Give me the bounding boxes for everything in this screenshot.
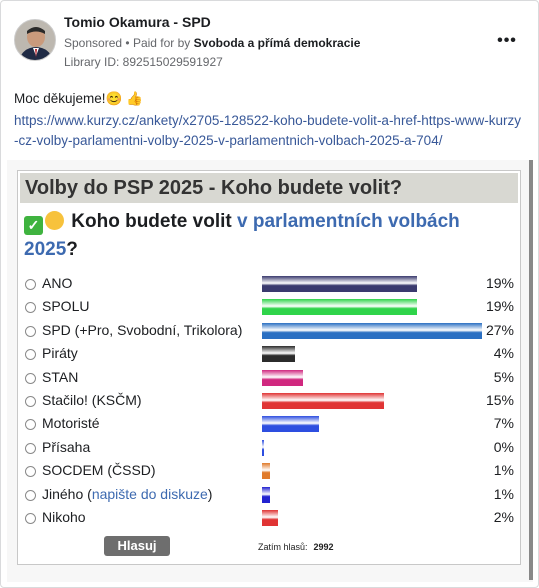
result-bar xyxy=(262,276,417,292)
option-label-text: SOCDEM (ČSSD) xyxy=(42,462,156,479)
more-options-icon[interactable]: ••• xyxy=(495,29,519,53)
option-label: Přísaha xyxy=(42,439,90,455)
poll-option[interactable]: Piráty 4% xyxy=(22,343,518,365)
option-label: Piráty xyxy=(42,345,78,361)
radio-button[interactable] xyxy=(25,513,36,524)
result-bar xyxy=(262,510,279,526)
vote-button[interactable]: Hlasuj xyxy=(104,536,170,556)
poll-option[interactable]: STAN 5% xyxy=(22,367,518,389)
radio-button[interactable] xyxy=(25,325,36,337)
option-label-text: Jiného ( xyxy=(42,485,92,502)
vote-total: Zatím hlasů: 2992 xyxy=(258,542,334,552)
post-image[interactable]: Volby do PSP 2025 - Koho budete volit? ✓… xyxy=(7,160,533,582)
question-year: 2025 xyxy=(24,239,67,260)
result-bar xyxy=(262,463,271,480)
poll-widget: Volby do PSP 2025 - Koho budete volit? ✓… xyxy=(17,170,521,565)
poll-option[interactable]: SOCDEM (ČSSD) 1% xyxy=(22,460,518,482)
option-label: Nikoho xyxy=(42,509,86,525)
result-percent: 5% xyxy=(493,368,514,385)
page-name[interactable]: Tomio Okamura - SPD xyxy=(64,14,211,30)
result-percent: 4% xyxy=(493,345,514,362)
option-label: SPD (+Pro, Svobodní, Trikolora) xyxy=(42,322,242,338)
poll-option[interactable]: Přísaha 0% xyxy=(22,437,518,459)
separator-dot: • xyxy=(125,36,133,50)
option-label-text: Přísaha xyxy=(42,438,91,455)
sponsored-label: Sponsored xyxy=(64,36,123,50)
result-bar xyxy=(262,393,385,409)
result-bar xyxy=(262,346,295,363)
poll-option[interactable]: SPD (+Pro, Svobodní, Trikolora) 27% xyxy=(22,320,518,342)
result-percent: 19% xyxy=(485,275,514,291)
total-value: 2992 xyxy=(313,542,334,552)
payer-link[interactable]: Svoboda a přímá demokracie xyxy=(194,36,361,50)
option-label-text: ANO xyxy=(42,275,73,291)
smile-icon xyxy=(45,211,64,230)
poll-option[interactable]: Jiného (napište do diskuze) 1% xyxy=(22,484,518,506)
option-label: Jiného (napište do diskuze) xyxy=(42,486,212,502)
result-bar xyxy=(262,439,264,456)
result-percent: 1% xyxy=(493,485,514,502)
avatar[interactable] xyxy=(14,19,56,61)
option-label-text: STAN xyxy=(42,368,79,385)
option-label-text: SPD (+Pro, Svobodní, Trikolora) xyxy=(42,321,243,338)
poll-header: Volby do PSP 2025 - Koho budete volit? xyxy=(20,173,518,203)
option-label-text: Nikoho xyxy=(42,509,86,525)
poll-question: ✓ Koho budete volit v parlamentních volb… xyxy=(24,208,474,264)
result-percent: 7% xyxy=(493,415,514,432)
radio-button[interactable] xyxy=(25,372,36,384)
result-percent: 27% xyxy=(485,321,514,338)
question-text: Koho budete volit xyxy=(71,211,237,232)
result-bar xyxy=(262,369,303,386)
library-id: Library ID: 892515029591927 xyxy=(64,55,223,69)
checkmark-icon: ✓ xyxy=(24,216,43,235)
post-link[interactable]: https://www.kurzy.cz/ankety/x2705-128522… xyxy=(14,111,524,151)
option-label-text: Piráty xyxy=(42,345,78,362)
result-percent: 0% xyxy=(493,438,514,455)
paid-for-label: Paid for by xyxy=(132,36,191,50)
radio-button[interactable] xyxy=(25,442,36,454)
option-label: Motoristé xyxy=(42,415,100,431)
radio-button[interactable] xyxy=(25,419,36,431)
option-label: Stačilo! (KSČM) xyxy=(42,392,142,408)
option-label-text: Stačilo! (KSČM) xyxy=(42,392,142,408)
post-message: Moc děkujeme!😊 👍 xyxy=(14,91,143,106)
result-percent: 15% xyxy=(485,392,514,408)
question-mark: ? xyxy=(66,239,78,260)
question-highlight: v parlamentních volbách xyxy=(237,211,460,232)
radio-button[interactable] xyxy=(25,302,36,314)
result-percent: 2% xyxy=(493,509,514,525)
sponsored-meta: Sponsored • Paid for by Svoboda a přímá … xyxy=(64,36,360,50)
option-label: SPOLU xyxy=(42,298,89,314)
option-label-text: Motoristé xyxy=(42,415,100,432)
poll-option[interactable]: Stačilo! (KSČM) 15% xyxy=(22,390,518,412)
radio-button[interactable] xyxy=(25,349,36,361)
radio-button[interactable] xyxy=(25,466,36,478)
option-label-link[interactable]: napište do diskuze xyxy=(92,486,208,502)
radio-button[interactable] xyxy=(25,489,36,501)
scrollbar[interactable] xyxy=(529,160,533,580)
option-label: STAN xyxy=(42,369,78,385)
result-percent: 19% xyxy=(485,298,514,315)
radio-button[interactable] xyxy=(25,279,36,290)
option-label: SOCDEM (ČSSD) xyxy=(42,462,156,478)
option-label-text: SPOLU xyxy=(42,298,90,315)
total-label: Zatím hlasů: xyxy=(258,542,308,552)
radio-button[interactable] xyxy=(25,396,36,407)
poll-option[interactable]: SPOLU 19% xyxy=(22,296,518,318)
poll-option[interactable]: Nikoho 2% xyxy=(22,507,518,529)
option-label-end: ) xyxy=(207,485,213,502)
result-bar xyxy=(262,299,417,316)
result-bar xyxy=(262,486,271,503)
result-percent: 1% xyxy=(493,462,514,479)
poll-option[interactable]: ANO 19% xyxy=(22,273,518,295)
result-bar xyxy=(262,416,320,433)
ad-post-card: Tomio Okamura - SPD Sponsored • Paid for… xyxy=(0,0,539,588)
result-bar xyxy=(262,322,482,339)
poll-option[interactable]: Motoristé 7% xyxy=(22,413,518,435)
option-label: ANO xyxy=(42,275,72,291)
